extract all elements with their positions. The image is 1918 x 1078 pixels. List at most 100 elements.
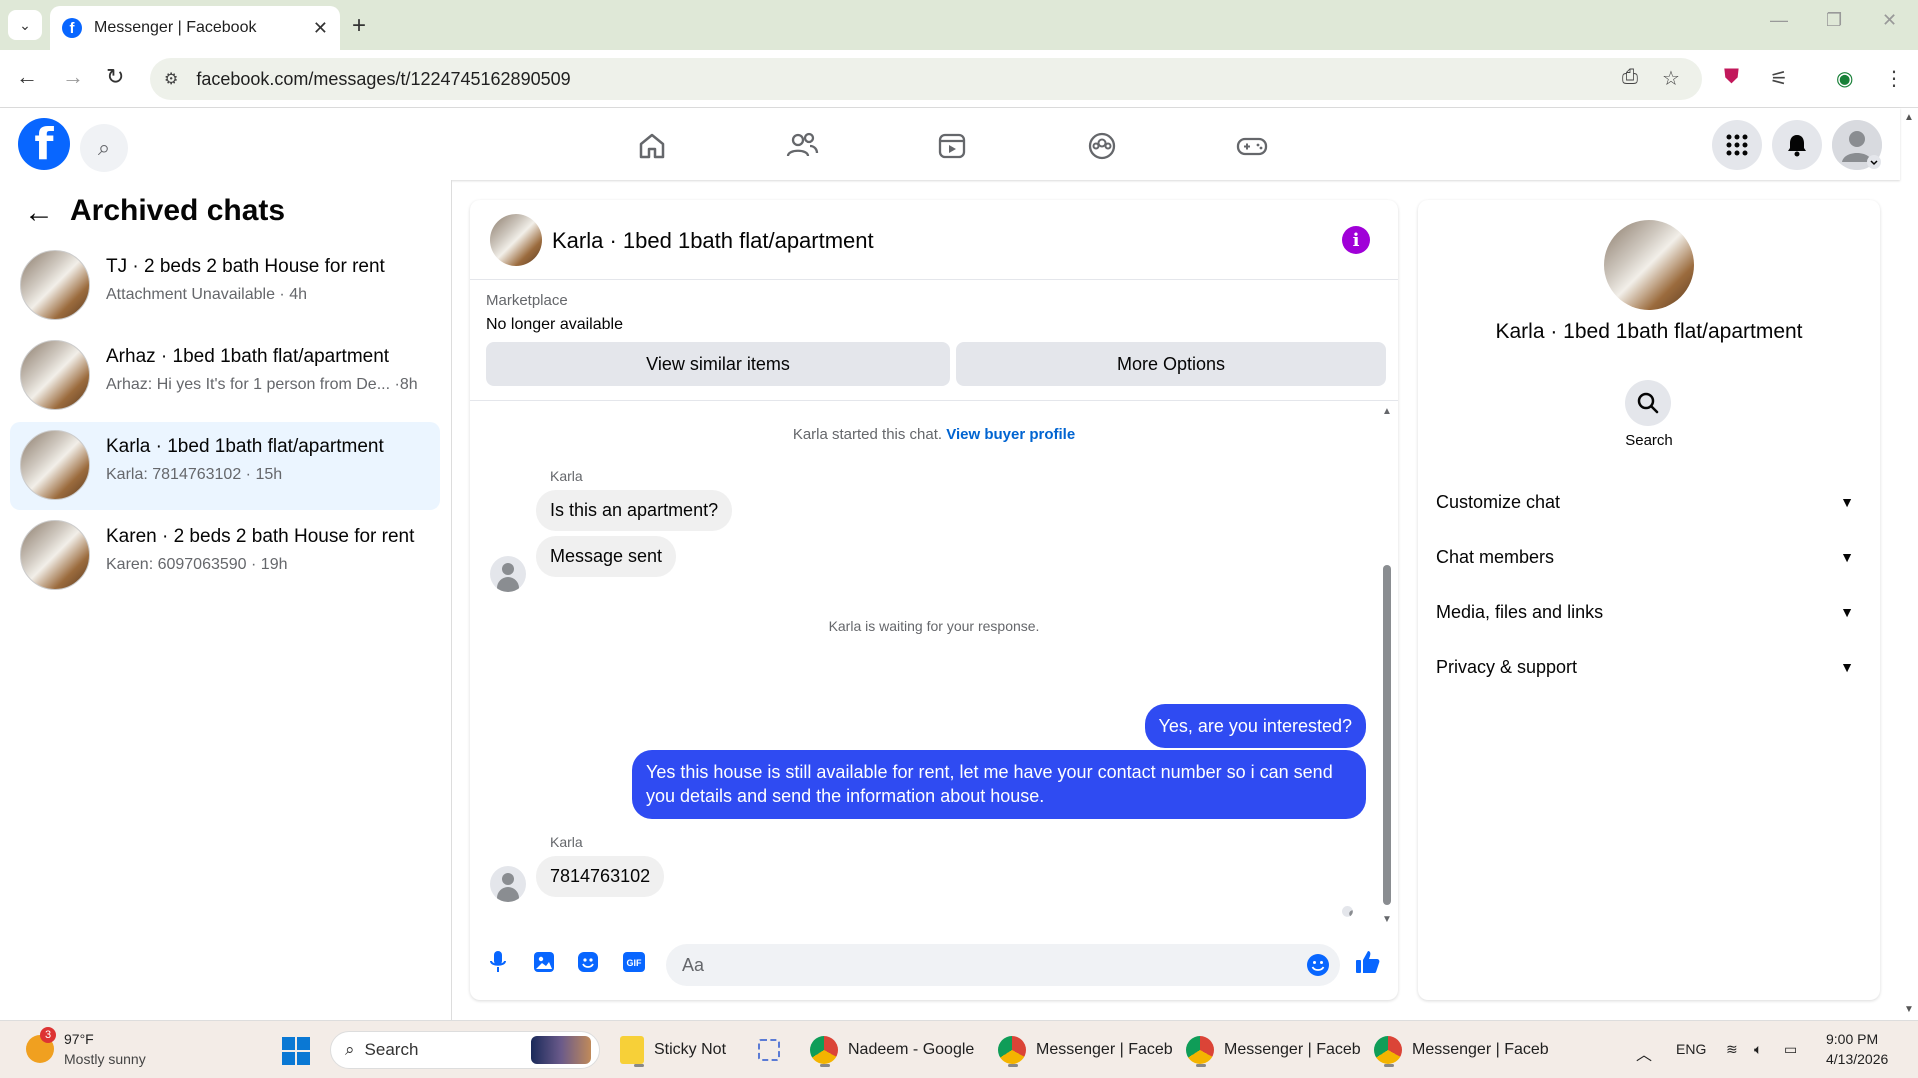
chat-members-section[interactable]: Chat members ▼ — [1436, 537, 1862, 577]
taskbar-app-chrome-messenger[interactable]: Messenger | Faceb — [1374, 1031, 1549, 1069]
facebook-search-icon[interactable]: ⌕ — [80, 124, 128, 172]
chevron-down-icon: ▼ — [1840, 549, 1854, 565]
chat-preview: Attachment Unavailable · 4h — [106, 286, 307, 303]
chrome-icon — [998, 1036, 1026, 1064]
friends-icon[interactable] — [782, 126, 822, 166]
info-icon[interactable]: i — [1342, 226, 1370, 254]
facebook-logo-icon[interactable]: f — [18, 118, 70, 170]
taskbar-app-chrome-nadeem[interactable]: Nadeem - Google — [810, 1031, 974, 1069]
search-label: Search — [1625, 432, 1673, 449]
incoming-message[interactable]: Message sent — [536, 536, 677, 577]
view-similar-items-button[interactable]: View similar items — [486, 342, 950, 386]
contact-avatar[interactable] — [1604, 220, 1694, 310]
chat-preview: Karen: 6097063590 · 19h — [106, 556, 288, 573]
chat-list-item[interactable]: TJ · 2 beds 2 bath House for rent Attach… — [10, 242, 440, 330]
search-icon: ⌕ — [345, 1040, 355, 1059]
gaming-icon[interactable] — [1232, 126, 1272, 166]
forward-icon[interactable]: → — [62, 64, 84, 90]
archived-chats-panel: ← Archived chats TJ · 2 beds 2 bath Hous… — [0, 180, 452, 1020]
photo-icon[interactable] — [530, 948, 558, 976]
tab-search-button[interactable]: ⌄ — [8, 10, 42, 40]
battery-icon[interactable]: ▭ — [1784, 1041, 1797, 1058]
taskbar-app-sticky-notes[interactable]: Sticky Not — [620, 1031, 726, 1069]
section-label: Media, files and links — [1436, 601, 1604, 622]
address-bar[interactable]: ⚙ facebook.com/messages/t/12247451628905… — [150, 58, 1702, 100]
contact-title: Karla · 1bed 1bath flat/apartment — [1495, 320, 1803, 343]
conversation-avatar[interactable] — [490, 214, 542, 266]
windows-start-icon[interactable] — [282, 1037, 310, 1065]
privacy-support-section[interactable]: Privacy & support ▼ — [1436, 647, 1862, 687]
site-info-icon[interactable]: ⚙ — [164, 69, 178, 89]
back-arrow-icon[interactable]: ← — [24, 196, 54, 230]
gif-icon[interactable]: GIF — [620, 948, 648, 976]
conversation-title[interactable]: Karla · 1bed 1bath flat/apartment — [552, 228, 874, 254]
close-window-icon[interactable]: ✕ — [1882, 10, 1897, 31]
weather-temp[interactable]: 97°F — [64, 1031, 94, 1047]
message-input[interactable] — [666, 944, 1266, 986]
scroll-down-icon[interactable]: ▼ — [1382, 914, 1392, 925]
sender-avatar[interactable] — [490, 556, 526, 592]
divider — [470, 400, 1398, 401]
browser-tab[interactable]: f Messenger | Facebook ✕ — [50, 6, 340, 50]
menu-grid-icon[interactable] — [1712, 120, 1762, 170]
browser-menu-icon[interactable]: ⋮ — [1884, 66, 1904, 91]
clock-time[interactable]: 9:00 PM — [1826, 1031, 1878, 1047]
restore-icon[interactable]: ❐ — [1826, 10, 1842, 31]
incoming-message[interactable]: Is this an apartment? — [536, 490, 733, 531]
outgoing-message[interactable]: Yes this house is still available for re… — [632, 750, 1366, 819]
scroll-up-icon[interactable]: ▲ — [1382, 406, 1392, 417]
taskbar-app-chrome-messenger[interactable]: Messenger | Faceb — [1186, 1031, 1361, 1069]
back-icon[interactable]: ← — [16, 64, 38, 90]
chat-started-text: Karla started this chat. — [792, 426, 943, 443]
bookmark-star-icon[interactable]: ☆ — [1662, 66, 1680, 91]
new-tab-button[interactable]: + — [352, 12, 366, 40]
sticker-icon[interactable] — [574, 948, 602, 976]
page-scroll-down-icon[interactable]: ▼ — [1904, 1004, 1914, 1015]
sender-avatar[interactable] — [490, 866, 526, 902]
taskbar-app-snipping-tool[interactable] — [758, 1031, 790, 1069]
account-avatar[interactable] — [1832, 120, 1882, 170]
outgoing-message[interactable]: Yes, are you interested? — [1144, 704, 1366, 749]
chat-avatar — [20, 520, 90, 590]
minimize-icon[interactable]: — — [1770, 10, 1788, 31]
groups-icon[interactable] — [1082, 126, 1122, 166]
incoming-message[interactable]: 7814763102 — [536, 856, 665, 897]
extensions-puzzle-icon[interactable]: ⚟ — [1770, 66, 1788, 91]
taskbar-search[interactable]: ⌕ Search — [330, 1031, 600, 1069]
chat-list-item[interactable]: Arhaz · 1bed 1bath flat/apartment Arhaz:… — [10, 332, 440, 420]
language-indicator[interactable]: ENG — [1676, 1041, 1706, 1057]
install-app-icon[interactable]: ⎙ — [1622, 66, 1638, 89]
home-icon[interactable] — [632, 126, 672, 166]
chat-scrollbar[interactable] — [1383, 565, 1391, 905]
more-options-button[interactable]: More Options — [956, 342, 1386, 386]
like-thumb-icon[interactable] — [1354, 948, 1382, 976]
chat-list-item-active[interactable]: Karla · 1bed 1bath flat/apartment Karla:… — [10, 422, 440, 510]
chat-list-item[interactable]: Karen · 2 beds 2 bath House for rent Kar… — [10, 512, 440, 600]
tab-close-icon[interactable]: ✕ — [313, 18, 328, 39]
video-icon[interactable] — [932, 126, 972, 166]
app-label: Messenger | Faceb — [1224, 1041, 1361, 1058]
clock-date[interactable]: 4/13/2026 — [1826, 1051, 1888, 1067]
search-in-conversation-icon[interactable] — [1625, 380, 1671, 426]
conversation-header: Karla · 1bed 1bath flat/apartment i — [470, 200, 1398, 280]
customize-chat-section[interactable]: Customize chat ▼ — [1436, 482, 1862, 522]
show-hidden-icons-chevron-icon[interactable]: ︿ — [1636, 1041, 1652, 1065]
microphone-icon[interactable] — [484, 948, 512, 976]
weather-condition[interactable]: Mostly sunny — [64, 1051, 146, 1067]
facebook-favicon-icon: f — [62, 18, 82, 38]
profile-icon[interactable]: ◉ — [1836, 66, 1853, 91]
sender-name: Karla — [550, 468, 583, 484]
emoji-icon[interactable] — [1306, 953, 1330, 982]
taskbar-app-chrome-messenger[interactable]: Messenger | Faceb — [998, 1031, 1173, 1069]
reload-icon[interactable]: ↻ — [106, 64, 124, 90]
volume-icon[interactable]: 🔈︎ — [1754, 1041, 1762, 1058]
app-label: Messenger | Faceb — [1412, 1041, 1549, 1058]
page-scroll-up-icon[interactable]: ▲ — [1904, 112, 1914, 123]
view-buyer-profile-link[interactable]: View buyer profile — [946, 426, 1075, 443]
notifications-bell-icon[interactable] — [1772, 120, 1822, 170]
chevron-down-icon: ▼ — [1840, 604, 1854, 620]
facebook-header: f ⌕ — [0, 108, 1900, 180]
extension-shield-icon[interactable]: ⛊ — [1724, 66, 1739, 89]
media-files-links-section[interactable]: Media, files and links ▼ — [1436, 592, 1862, 632]
wifi-icon[interactable]: ≋ — [1726, 1041, 1738, 1058]
